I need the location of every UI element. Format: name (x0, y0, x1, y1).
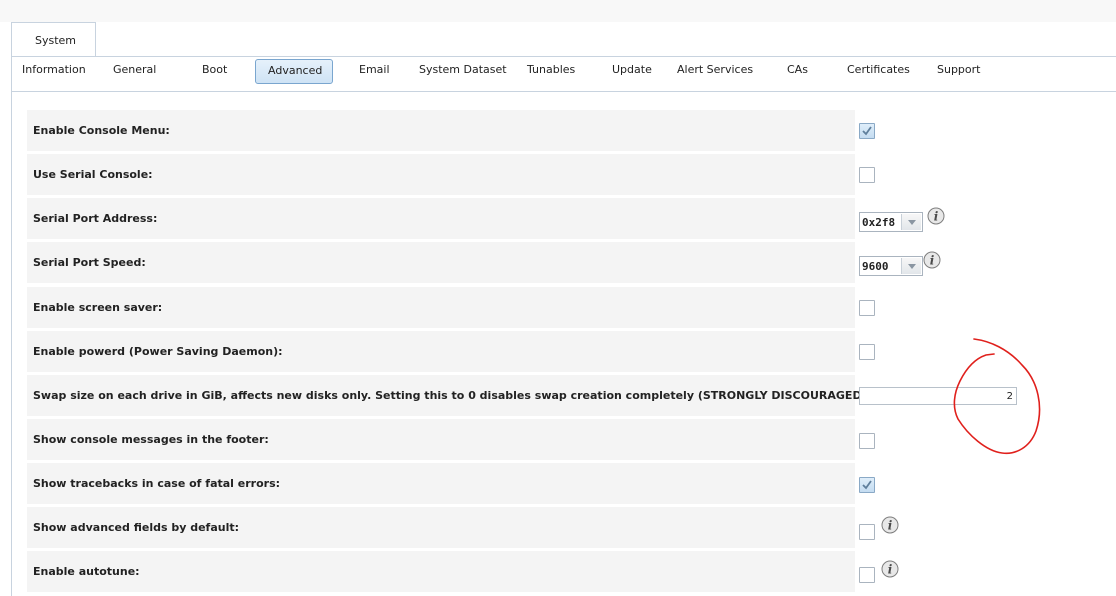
subtab-boot[interactable]: Boot (202, 63, 227, 76)
screen-saver-checkbox[interactable] (859, 300, 875, 316)
setting-row-screen-saver: Enable screen saver: (27, 287, 855, 328)
setting-row-powerd: Enable powerd (Power Saving Daemon): (27, 331, 855, 372)
serial-port-address-label: Serial Port Address: (33, 212, 158, 225)
subtab-system-dataset[interactable]: System Dataset (419, 63, 507, 76)
console-menu-checkbox[interactable] (859, 123, 875, 139)
setting-row-console-menu: Enable Console Menu: (27, 110, 855, 151)
chevron-down-icon[interactable] (901, 214, 921, 230)
console-messages-checkbox[interactable] (859, 433, 875, 449)
annotation-circle (953, 338, 1041, 455)
setting-row-console-messages: Show console messages in the footer: (27, 419, 855, 460)
autotune-label: Enable autotune: (33, 565, 140, 578)
svg-text:i: i (930, 254, 935, 268)
serial-console-checkbox[interactable] (859, 167, 875, 183)
check-icon (862, 480, 872, 490)
setting-row-autotune: Enable autotune: (27, 551, 855, 592)
tracebacks-label: Show tracebacks in case of fatal errors: (33, 477, 281, 490)
info-icon[interactable]: i (881, 560, 899, 578)
advanced-fields-label: Show advanced fields by default: (33, 521, 240, 534)
subtab-alert-services[interactable]: Alert Services (677, 63, 753, 76)
subtab-advanced[interactable]: Advanced (255, 59, 333, 84)
info-icon[interactable]: i (881, 516, 899, 534)
swap-size-label: Swap size on each drive in GiB, affects … (33, 389, 871, 402)
setting-row-serial-console: Use Serial Console: (27, 154, 855, 195)
serial-port-speed-select[interactable]: 9600 (859, 256, 923, 276)
subtab-certificates[interactable]: Certificates (847, 63, 910, 76)
subtabs-divider (11, 91, 1116, 92)
serial-port-address-select[interactable]: 0x2f8 (859, 212, 923, 232)
tracebacks-checkbox[interactable] (859, 477, 875, 493)
top-band (0, 0, 1116, 22)
console-menu-label: Enable Console Menu: (33, 124, 170, 137)
serial-port-address-value: 0x2f8 (862, 216, 896, 229)
setting-row-swap-size: Swap size on each drive in GiB, affects … (27, 375, 871, 416)
check-icon (862, 126, 872, 136)
subtab-support[interactable]: Support (937, 63, 980, 76)
svg-text:i: i (934, 210, 939, 224)
screen-saver-label: Enable screen saver: (33, 301, 163, 314)
info-icon[interactable]: i (923, 251, 941, 269)
tab-system[interactable]: System (11, 22, 96, 57)
chevron-down-icon[interactable] (901, 258, 921, 274)
setting-row-tracebacks: Show tracebacks in case of fatal errors: (27, 463, 855, 504)
setting-row-serial-port-speed: Serial Port Speed: (27, 242, 855, 283)
subtab-email[interactable]: Email (359, 63, 390, 76)
subtab-cas[interactable]: CAs (787, 63, 808, 76)
subtab-information[interactable]: Information (22, 63, 86, 76)
setting-row-advanced-fields: Show advanced fields by default: (27, 507, 855, 548)
subtab-general[interactable]: General (113, 63, 156, 76)
setting-row-serial-port-address: Serial Port Address: (27, 198, 855, 239)
serial-port-speed-value: 9600 (862, 260, 889, 273)
serial-port-speed-label: Serial Port Speed: (33, 256, 146, 269)
svg-text:i: i (888, 519, 893, 533)
advanced-fields-checkbox[interactable] (859, 524, 875, 540)
powerd-checkbox[interactable] (859, 344, 875, 360)
powerd-label: Enable powerd (Power Saving Daemon): (33, 345, 283, 358)
tab-system-label: System (35, 34, 77, 47)
serial-console-label: Use Serial Console: (33, 168, 153, 181)
subtab-update[interactable]: Update (612, 63, 652, 76)
console-messages-label: Show console messages in the footer: (33, 433, 269, 446)
subtab-tunables[interactable]: Tunables (527, 63, 575, 76)
svg-text:i: i (888, 563, 893, 577)
info-icon[interactable]: i (927, 207, 945, 225)
